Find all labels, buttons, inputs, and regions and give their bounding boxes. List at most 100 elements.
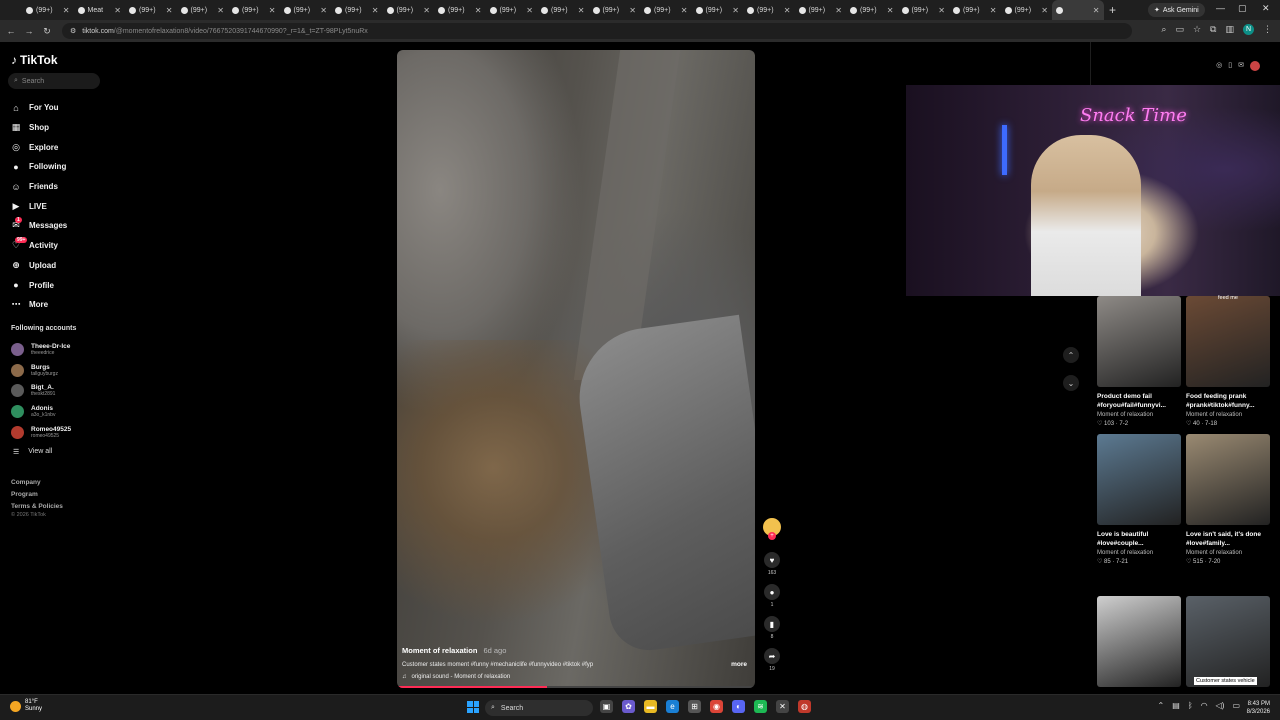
recommended-video-card[interactable]: Love isn't said, it's done #love#family.… [1186, 434, 1270, 565]
battery-icon[interactable]: ▭ [1232, 701, 1240, 710]
new-tab-icon[interactable]: + [1104, 3, 1122, 17]
weather-widget[interactable]: 81°F Sunny [10, 699, 42, 713]
close-tab-icon[interactable]: ✕ [526, 6, 533, 15]
recommended-video-card[interactable]: Product demo fail #foryou#fail#funnyvi..… [1097, 296, 1181, 427]
app-icon[interactable]: ✕ [776, 700, 789, 713]
file-explorer-icon[interactable]: ▬ [644, 700, 657, 713]
browser-tab[interactable]: (99+) ✕ [537, 0, 589, 20]
zoom-icon[interactable]: ⌕ [1161, 24, 1166, 35]
chrome-icon[interactable]: ◉ [710, 700, 723, 713]
browser-tab[interactable]: (99+) ✕ [280, 0, 332, 20]
nav-item-more[interactable]: ⋯ More [10, 295, 67, 315]
minimize-icon[interactable]: — [1216, 3, 1225, 13]
browser-tab[interactable]: (99+) ✕ [228, 0, 280, 20]
bookmark-star-icon[interactable]: ☆ [1193, 24, 1201, 35]
device-icon[interactable]: ▯ [1228, 61, 1232, 71]
nav-item-explore[interactable]: ◎ Explore [10, 137, 67, 157]
tiktok-logo[interactable]: ♪ TikTok [11, 53, 58, 67]
recommended-video-card[interactable]: Love is beautiful #love#couple... Moment … [1097, 434, 1181, 565]
browser-tab[interactable]: (99+) ✕ [589, 0, 641, 20]
following-account[interactable]: Adonis a3o_k1nbv [11, 401, 71, 422]
video-thumbnail[interactable] [1097, 296, 1181, 387]
video-player[interactable]: Moment of relaxation 6d ago Customer stat… [397, 50, 755, 688]
nav-item-for-you[interactable]: ⌂ For You [10, 98, 67, 118]
search-input[interactable]: ⌕ Search [8, 73, 100, 89]
comment-icon[interactable]: ● [764, 584, 780, 600]
footer-link-program[interactable]: Program [11, 489, 63, 501]
browser-tab[interactable]: (99+) ✕ [434, 0, 486, 20]
copilot-icon[interactable]: ✿ [622, 700, 635, 713]
follow-plus-icon[interactable]: + [768, 532, 776, 540]
browser-tab[interactable]: (99+) ✕ [898, 0, 950, 20]
browser-tab[interactable]: (99+) ✕ [743, 0, 795, 20]
close-tab-icon[interactable]: ✕ [1041, 6, 1048, 15]
close-tab-icon[interactable]: ✕ [938, 6, 945, 15]
taskbar-search[interactable]: ⌕ Search [485, 700, 593, 716]
video-thumbnail[interactable] [1097, 596, 1181, 687]
nav-item-shop[interactable]: ▦ Shop [10, 118, 67, 138]
nav-item-messages[interactable]: ✉ 1 Messages [10, 216, 67, 236]
browser-tab[interactable]: (99+) ✕ [692, 0, 744, 20]
obs-icon[interactable]: ◍ [798, 700, 811, 713]
browser-tab[interactable]: (99+) ✕ [640, 0, 692, 20]
following-account[interactable]: Theee-Dr-Ice theeedrice [11, 339, 71, 360]
close-tab-icon[interactable]: ✕ [269, 6, 276, 15]
view-all-button[interactable]: ☰ View all [13, 448, 52, 456]
task-view-icon[interactable]: ▣ [600, 700, 613, 713]
site-info-icon[interactable]: ⚙ [70, 27, 76, 35]
browser-tab[interactable]: ✕ [1052, 0, 1104, 20]
close-tab-icon[interactable]: ✕ [1093, 6, 1100, 15]
spotify-icon[interactable]: ≋ [754, 700, 767, 713]
close-tab-icon[interactable]: ✕ [372, 6, 379, 15]
close-tab-icon[interactable]: ✕ [320, 6, 327, 15]
bookmark-icon[interactable]: ▮ [764, 616, 780, 632]
volume-icon[interactable]: ◁) [1216, 701, 1225, 710]
browser-tab[interactable]: (99+) ✕ [486, 0, 538, 20]
close-tab-icon[interactable]: ✕ [114, 6, 121, 15]
wifi-icon[interactable]: ◠ [1201, 701, 1208, 710]
close-tab-icon[interactable]: ✕ [63, 6, 70, 15]
close-window-icon[interactable]: ✕ [1262, 3, 1270, 14]
nav-item-profile[interactable]: ● Profile [10, 275, 67, 295]
browser-tab[interactable]: (99+) ✕ [846, 0, 898, 20]
maximize-icon[interactable]: ▢ [1238, 3, 1247, 14]
video-author[interactable]: Moment of relaxation [402, 646, 477, 655]
share-icon[interactable]: ➦ [764, 648, 780, 664]
store-icon[interactable]: ⊞ [688, 700, 701, 713]
following-account[interactable]: Burgs tallguyburgz [11, 360, 71, 381]
browser-tab[interactable]: (99+) ✕ [1001, 0, 1053, 20]
next-video-button[interactable]: ⌄ [1063, 375, 1079, 391]
video-thumbnail[interactable]: feed me [1186, 295, 1270, 387]
bluetooth-icon[interactable]: ᛒ [1188, 701, 1193, 710]
browser-tab[interactable]: (99+) ✕ [795, 0, 847, 20]
browser-tab[interactable]: (99+) ✕ [949, 0, 1001, 20]
video-progress-bar[interactable] [397, 686, 755, 688]
close-tab-icon[interactable]: ✕ [990, 6, 997, 15]
close-tab-icon[interactable]: ✕ [166, 6, 173, 15]
cast-icon[interactable]: ▭ [1175, 24, 1184, 35]
previous-video-button[interactable]: ⌃ [1063, 347, 1079, 363]
close-tab-icon[interactable]: ✕ [887, 6, 894, 15]
close-tab-icon[interactable]: ✕ [681, 6, 688, 15]
nav-item-following[interactable]: ● Following [10, 157, 67, 177]
video-thumbnail[interactable]: Customer states vehicle [1186, 596, 1270, 687]
browser-tab[interactable]: (99+) ✕ [331, 0, 383, 20]
sidebar-icon[interactable]: ▥ [1225, 24, 1234, 35]
nav-item-friends[interactable]: ☺ Friends [10, 177, 67, 197]
more-button[interactable]: more [731, 661, 747, 668]
footer-link-company[interactable]: Company [11, 477, 63, 489]
inbox-icon[interactable]: ✉ [1238, 61, 1244, 71]
tray-chevron-icon[interactable]: ⌃ [1158, 701, 1165, 710]
close-tab-icon[interactable]: ✕ [475, 6, 482, 15]
browser-tab[interactable]: (99+) ✕ [177, 0, 229, 20]
close-tab-icon[interactable]: ✕ [784, 6, 791, 15]
video-thumbnail[interactable] [1097, 434, 1181, 525]
recommended-video-card[interactable] [1097, 596, 1181, 687]
reload-icon[interactable]: ↻ [40, 26, 54, 37]
recommended-video-card[interactable]: Customer states vehicle [1186, 596, 1270, 687]
like-icon[interactable]: ♥ [764, 552, 780, 568]
browser-tab[interactable]: (99+) ✕ [125, 0, 177, 20]
edge-icon[interactable]: e [666, 700, 679, 713]
close-tab-icon[interactable]: ✕ [423, 6, 430, 15]
discord-icon[interactable]: ◐ [732, 700, 745, 713]
